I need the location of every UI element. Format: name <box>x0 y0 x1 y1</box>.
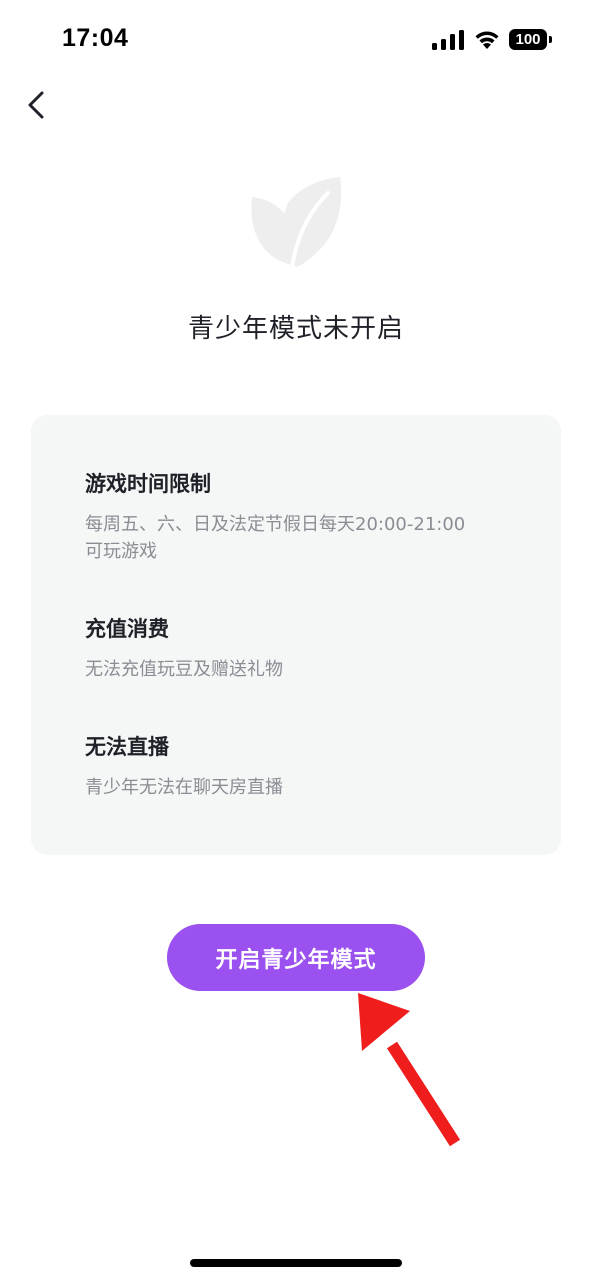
wifi-icon <box>475 31 499 49</box>
status-time: 17:04 <box>62 24 129 52</box>
home-indicator <box>190 1259 402 1267</box>
page-title: 青少年模式未开启 <box>187 314 404 344</box>
enable-youth-mode-button[interactable]: 开启青少年模式 <box>167 924 425 991</box>
arrow-annotation-icon <box>358 993 461 1147</box>
info-section-game-time: 游戏时间限制 每周五、六、日及法定节假日每天20:00-21:00 可玩游戏 <box>85 469 525 565</box>
info-section-recharge: 充值消费 无法充值玩豆及赠送礼物 <box>85 614 525 683</box>
chevron-left-icon <box>28 91 44 119</box>
info-card: 游戏时间限制 每周五、六、日及法定节假日每天20:00-21:00 可玩游戏 充… <box>31 415 561 855</box>
status-bar: 17:04 100 <box>0 0 592 80</box>
signal-icon <box>432 30 464 50</box>
back-button[interactable] <box>18 85 58 125</box>
leaf-icon <box>251 177 342 269</box>
battery-icon: 100 <box>509 29 552 50</box>
section-title: 无法直播 <box>85 735 169 759</box>
section-desc: 每周五、六、日及法定节假日每天20:00-21:00 可玩游戏 <box>85 511 525 565</box>
section-desc-line: 每周五、六、日及法定节假日每天20:00-21:00 <box>85 514 466 535</box>
youth-mode-page: 17:04 100 青少年模式未开启 游戏时间限制 每周五、六、日及法定节假日每… <box>0 0 592 1280</box>
section-title: 游戏时间限制 <box>85 472 211 496</box>
info-section-live: 无法直播 青少年无法在聊天房直播 <box>85 732 525 801</box>
section-desc: 无法充值玩豆及赠送礼物 <box>85 659 283 680</box>
section-desc: 青少年无法在聊天房直播 <box>85 777 283 798</box>
section-title: 充值消费 <box>85 617 169 641</box>
section-desc-line: 可玩游戏 <box>85 541 157 562</box>
